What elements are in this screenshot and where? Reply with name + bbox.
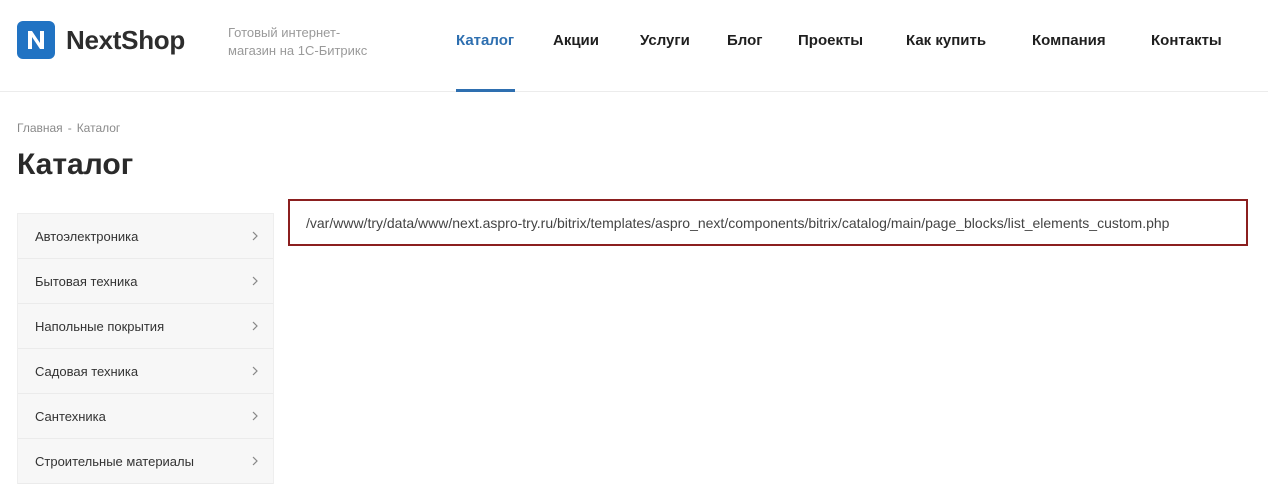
sidebar-item-label: Бытовая техника — [35, 273, 138, 289]
breadcrumb-current: Каталог — [76, 121, 121, 135]
nav-item-how-to-buy[interactable]: Как купить — [906, 32, 986, 49]
sidebar-item-garden-equipment[interactable]: Садовая техника — [18, 349, 273, 394]
site-header: NextShop Готовый интернет-магазин на 1С-… — [0, 0, 1268, 92]
logo-n-icon — [17, 21, 55, 59]
debug-template-path: /var/www/try/data/www/next.aspro-try.ru/… — [288, 199, 1248, 246]
chevron-right-icon — [251, 456, 259, 466]
sidebar-item-label: Строительные материалы — [35, 453, 194, 469]
tagline: Готовый интернет-магазин на 1С-Битрикс — [228, 25, 368, 58]
nav-item-services[interactable]: Услуги — [640, 32, 690, 49]
logo-text: NextShop — [66, 24, 185, 55]
sidebar-item-building-materials[interactable]: Строительные материалы — [18, 439, 273, 484]
sidebar-item-flooring[interactable]: Напольные покрытия — [18, 304, 273, 349]
sidebar-item-label: Напольные покрытия — [35, 318, 165, 334]
nav-item-blog[interactable]: Блог — [727, 32, 763, 49]
breadcrumb: Главная - Каталог — [17, 121, 120, 135]
breadcrumb-separator: - — [67, 121, 72, 135]
catalog-sidebar: Автоэлектроника Бытовая техника Напольны… — [17, 213, 274, 484]
nav-item-contacts[interactable]: Контакты — [1151, 32, 1222, 49]
nav-item-promotions[interactable]: Акции — [553, 32, 599, 49]
sidebar-item-home-appliances[interactable]: Бытовая техника — [18, 259, 273, 304]
chevron-right-icon — [251, 366, 259, 376]
sidebar-item-plumbing[interactable]: Сантехника — [18, 394, 273, 439]
sidebar-item-auto-electronics[interactable]: Автоэлектроника — [18, 214, 273, 259]
page-title: Каталог — [17, 148, 134, 181]
sidebar-item-label: Сантехника — [35, 408, 106, 424]
nav-item-catalog[interactable]: Каталог — [456, 32, 514, 49]
chevron-right-icon — [251, 231, 259, 241]
chevron-right-icon — [251, 321, 259, 331]
sidebar-item-label: Садовая техника — [35, 363, 139, 379]
nav-active-underline — [456, 89, 515, 92]
sidebar-item-label: Автоэлектроника — [35, 228, 139, 244]
nav-item-company[interactable]: Компания — [1032, 32, 1106, 49]
nav-item-projects[interactable]: Проекты — [798, 32, 863, 49]
chevron-right-icon — [251, 411, 259, 421]
breadcrumb-home[interactable]: Главная — [17, 121, 63, 135]
chevron-right-icon — [251, 276, 259, 286]
logo[interactable]: NextShop — [17, 21, 185, 59]
